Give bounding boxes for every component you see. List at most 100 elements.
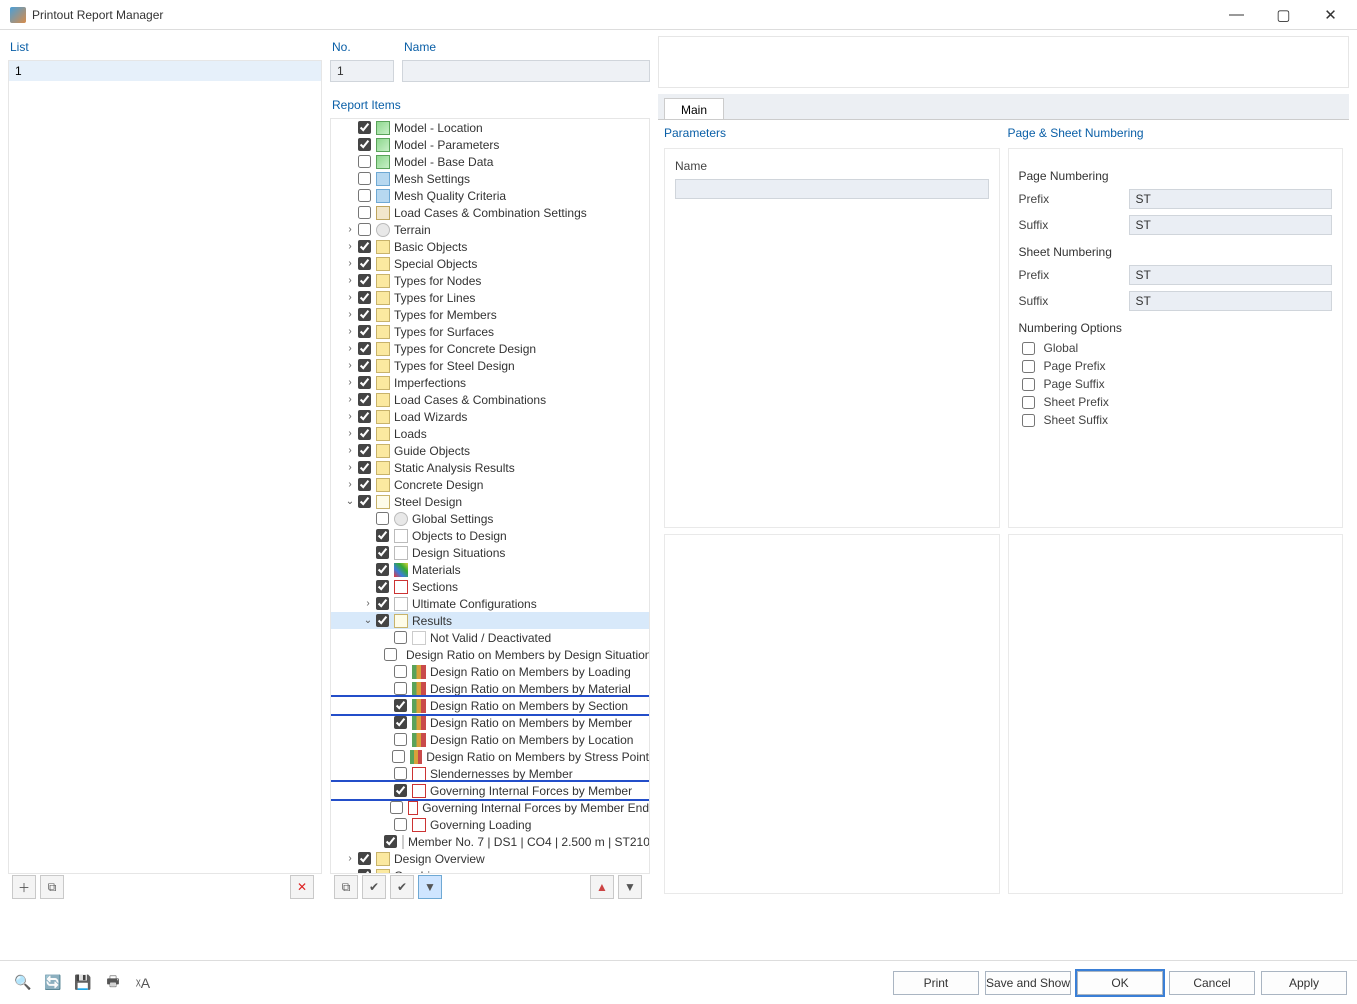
tree-checkbox[interactable] <box>394 733 407 746</box>
tree-checkbox[interactable] <box>394 767 407 780</box>
expand-icon[interactable]: › <box>345 292 355 303</box>
expand-icon[interactable]: › <box>345 853 355 864</box>
tree-item[interactable]: ›Design Overview <box>331 850 649 867</box>
expand-icon[interactable]: › <box>345 326 355 337</box>
apply-button[interactable]: Apply <box>1261 971 1347 995</box>
tree-item[interactable]: Design Ratio on Members by Stress Point <box>331 748 649 765</box>
tree-item[interactable]: Model - Location <box>331 119 649 136</box>
tree-item[interactable]: Governing Internal Forces by Member End <box>331 799 649 816</box>
tree-item[interactable]: Design Situations <box>331 544 649 561</box>
numbering-option-checkbox[interactable] <box>1022 396 1035 409</box>
tree-checkbox[interactable] <box>394 699 407 712</box>
tree-item[interactable]: ›Types for Surfaces <box>331 323 649 340</box>
tree-item[interactable]: ›Types for Concrete Design <box>331 340 649 357</box>
tree-checkbox[interactable] <box>358 155 371 168</box>
report-items-tree[interactable]: Model - LocationModel - ParametersModel … <box>330 118 650 874</box>
tree-item[interactable]: ›Imperfections <box>331 374 649 391</box>
ok-button[interactable]: OK <box>1077 971 1163 995</box>
tree-checkbox[interactable] <box>358 359 371 372</box>
tree-checkbox[interactable] <box>358 852 371 865</box>
tree-checkbox[interactable] <box>358 376 371 389</box>
tree-checkbox[interactable] <box>376 546 389 559</box>
tree-checkbox[interactable] <box>376 614 389 627</box>
expand-icon[interactable]: › <box>345 360 355 371</box>
language-icon[interactable]: ᵡA <box>130 970 156 996</box>
move-down-icon[interactable]: ▼ <box>618 875 642 899</box>
tree-checkbox[interactable] <box>358 444 371 457</box>
tree-checkbox[interactable] <box>394 818 407 831</box>
maximize-button[interactable]: ▢ <box>1261 2 1306 28</box>
tree-checkbox[interactable] <box>376 563 389 576</box>
tree-checkbox[interactable] <box>394 784 407 797</box>
tree-checkbox[interactable] <box>358 427 371 440</box>
tree-checkbox[interactable] <box>392 750 405 763</box>
tree-item[interactable]: ›Types for Lines <box>331 289 649 306</box>
tree-item[interactable]: Design Ratio on Members by Design Situat… <box>331 646 649 663</box>
tree-item[interactable]: ›Special Objects <box>331 255 649 272</box>
expand-icon[interactable]: › <box>345 224 355 235</box>
tree-item[interactable]: ›Ultimate Configurations <box>331 595 649 612</box>
tree-action-1-icon[interactable]: ⧉ <box>334 875 358 899</box>
tree-checkbox[interactable] <box>376 580 389 593</box>
tree-checkbox[interactable] <box>358 223 371 236</box>
tree-item[interactable]: ›Guide Objects <box>331 442 649 459</box>
tree-checkbox[interactable] <box>358 410 371 423</box>
tree-checkbox[interactable] <box>358 189 371 202</box>
sheet-suffix-input[interactable]: ST <box>1129 291 1333 311</box>
name-input[interactable] <box>402 60 650 82</box>
save-and-show-button[interactable]: Save and Show <box>985 971 1071 995</box>
tree-checkbox[interactable] <box>376 597 389 610</box>
numbering-option-checkbox[interactable] <box>1022 378 1035 391</box>
collapse-icon[interactable]: ⌄ <box>363 615 373 626</box>
copy-list-icon[interactable]: ⧉ <box>40 875 64 899</box>
tree-item[interactable]: Sections <box>331 578 649 595</box>
page-suffix-input[interactable]: ST <box>1129 215 1333 235</box>
tree-item[interactable]: Governing Loading <box>331 816 649 833</box>
tree-checkbox[interactable] <box>358 461 371 474</box>
tree-checkbox[interactable] <box>394 665 407 678</box>
tree-item[interactable]: Design Ratio on Members by Member <box>331 714 649 731</box>
tree-checkbox[interactable] <box>390 801 403 814</box>
expand-icon[interactable]: › <box>345 377 355 388</box>
help-icon[interactable]: 🔍 <box>10 970 36 996</box>
check-all-icon[interactable]: ✔ <box>362 875 386 899</box>
tree-checkbox[interactable] <box>358 393 371 406</box>
tab-main[interactable]: Main <box>664 98 724 119</box>
refresh-icon[interactable]: 🔄 <box>40 970 66 996</box>
param-name-input[interactable] <box>675 179 989 199</box>
expand-icon[interactable]: › <box>345 394 355 405</box>
tree-item[interactable]: ›Load Cases & Combinations <box>331 391 649 408</box>
expand-icon[interactable]: › <box>345 445 355 456</box>
expand-icon[interactable]: › <box>345 428 355 439</box>
tree-item[interactable]: Mesh Settings <box>331 170 649 187</box>
tree-item[interactable]: ›Basic Objects <box>331 238 649 255</box>
expand-icon[interactable]: › <box>345 241 355 252</box>
minimize-button[interactable]: — <box>1214 2 1259 28</box>
tree-checkbox[interactable] <box>358 240 371 253</box>
tree-item[interactable]: Design Ratio on Members by Loading <box>331 663 649 680</box>
tree-item[interactable]: ›Types for Nodes <box>331 272 649 289</box>
tree-item[interactable]: ›Types for Steel Design <box>331 357 649 374</box>
tree-checkbox[interactable] <box>394 682 407 695</box>
tree-checkbox[interactable] <box>394 631 407 644</box>
list-row[interactable]: 1 <box>9 61 321 81</box>
sheet-prefix-input[interactable]: ST <box>1129 265 1333 285</box>
tree-item[interactable]: Member No. 7 | DS1 | CO4 | 2.500 m | ST2… <box>331 833 649 850</box>
tree-item[interactable]: ›Load Wizards <box>331 408 649 425</box>
tree-item[interactable]: Slendernesses by Member <box>331 765 649 782</box>
expand-icon[interactable]: › <box>345 258 355 269</box>
numbering-option-checkbox[interactable] <box>1022 342 1035 355</box>
tree-checkbox[interactable] <box>358 257 371 270</box>
tree-checkbox[interactable] <box>358 342 371 355</box>
tree-item[interactable]: Load Cases & Combination Settings <box>331 204 649 221</box>
tree-checkbox[interactable] <box>358 138 371 151</box>
tree-item[interactable]: ⌄Steel Design <box>331 493 649 510</box>
tree-checkbox[interactable] <box>358 478 371 491</box>
tree-item[interactable]: Model - Base Data <box>331 153 649 170</box>
close-button[interactable]: ✕ <box>1308 2 1353 28</box>
tree-item[interactable]: Objects to Design <box>331 527 649 544</box>
tree-item[interactable]: Design Ratio on Members by Material <box>331 680 649 697</box>
expand-icon[interactable]: › <box>363 598 373 609</box>
page-prefix-input[interactable]: ST <box>1129 189 1333 209</box>
uncheck-all-icon[interactable]: ✔ <box>390 875 414 899</box>
